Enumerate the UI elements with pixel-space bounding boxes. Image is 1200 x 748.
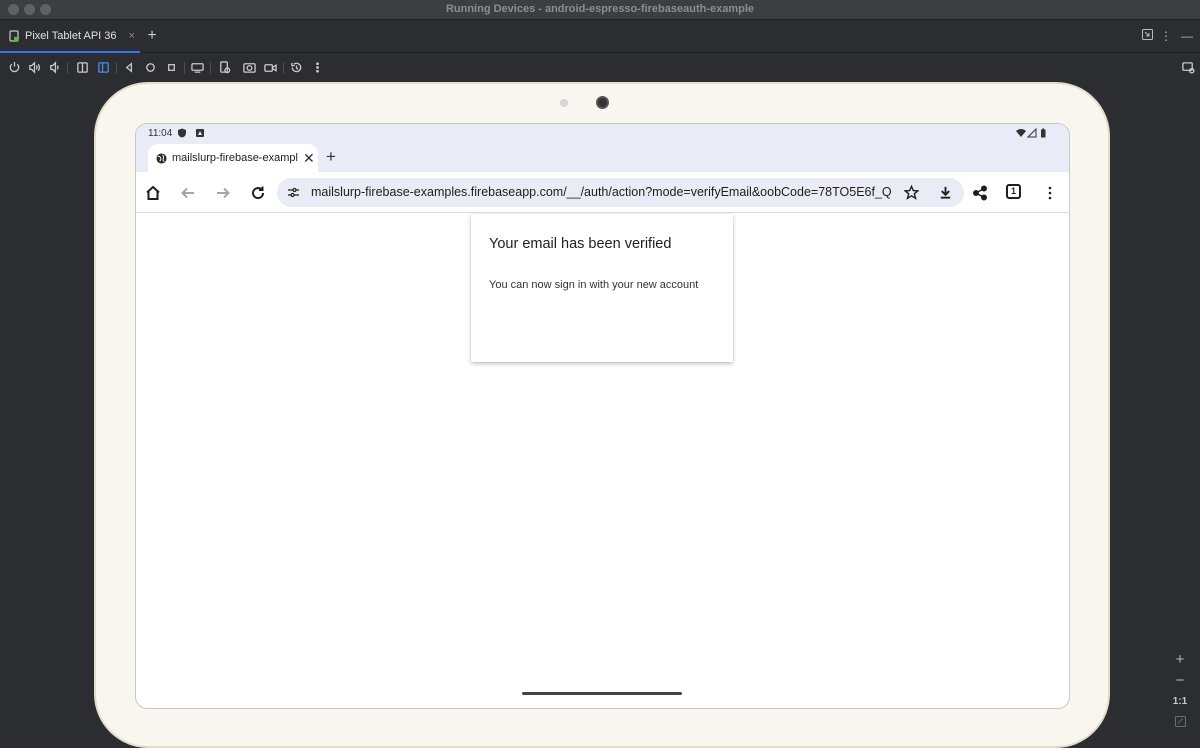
power-icon[interactable]	[6, 59, 22, 75]
verification-heading: Your email has been verified	[489, 236, 672, 252]
forward-button[interactable]	[212, 182, 234, 204]
add-device-tab-button[interactable]: +	[143, 26, 161, 46]
proximity-sensor	[560, 99, 568, 107]
device-settings-icon[interactable]	[216, 59, 232, 75]
close-tab-icon[interactable]: ×	[129, 30, 135, 42]
notification-icon	[195, 128, 205, 138]
device-toolbar	[0, 54, 1200, 80]
globe-icon	[156, 152, 167, 164]
status-time: 11:04	[148, 128, 173, 139]
hide-panel-icon[interactable]: —	[1180, 29, 1194, 43]
browser-toolbar: mailslurp-firebase-examples.firebaseapp.…	[136, 172, 1069, 213]
url-text[interactable]: mailslurp-firebase-examples.firebaseapp.…	[311, 185, 891, 199]
browser-tab[interactable]: mailslurp-firebase-examples ✕	[148, 144, 318, 172]
zoom-out-button[interactable]: −	[1169, 671, 1191, 691]
home-button[interactable]	[142, 182, 164, 204]
signal-icon	[1027, 128, 1037, 138]
device-screen[interactable]: 11:04 mailslurp-firebase-examples ✕ + ma…	[135, 123, 1070, 709]
device-tab-bar: Pixel Tablet API 36 × + ⋮ —	[0, 21, 1200, 53]
tablet-frame: 11:04 mailslurp-firebase-examples ✕ + ma…	[94, 82, 1110, 748]
more-options-icon[interactable]: ⋮	[1159, 29, 1173, 43]
browser-tab-strip: mailslurp-firebase-examples ✕ +	[136, 144, 1069, 172]
more-actions-icon[interactable]	[309, 59, 325, 75]
tab-pixel-tablet[interactable]: Pixel Tablet API 36 ×	[0, 21, 140, 53]
volume-up-icon[interactable]	[26, 59, 42, 75]
browser-tab-title: mailslurp-firebase-examples	[172, 152, 298, 164]
vpn-shield-icon	[177, 128, 187, 138]
battery-icon	[1038, 128, 1048, 138]
screenshot-icon[interactable]	[241, 59, 257, 75]
record-video-icon[interactable]	[262, 59, 278, 75]
front-camera	[596, 96, 609, 109]
reload-button[interactable]	[247, 182, 269, 204]
chrome-menu-button[interactable]	[1039, 182, 1061, 204]
fit-to-screen-icon[interactable]	[1169, 712, 1191, 732]
tab-switcher-button[interactable]: 1	[1006, 184, 1021, 199]
home-icon[interactable]	[142, 59, 158, 75]
address-bar[interactable]: mailslurp-firebase-examples.firebaseapp.…	[277, 178, 964, 207]
new-tab-button[interactable]: +	[326, 147, 336, 167]
rotate-right-icon[interactable]	[95, 59, 111, 75]
actual-size-button[interactable]: 1:1	[1169, 692, 1191, 712]
window-title: Running Devices - android-espresso-fireb…	[445, 3, 755, 15]
collapse-icon[interactable]	[1140, 29, 1154, 43]
keyboard-icon[interactable]	[189, 59, 205, 75]
tab-label: Pixel Tablet API 36	[25, 30, 117, 42]
android-status-bar: 11:04	[136, 124, 1069, 144]
zoom-in-button[interactable]: +	[1169, 650, 1191, 670]
volume-down-icon[interactable]	[46, 59, 62, 75]
wifi-icon	[1016, 128, 1026, 138]
mirroring-settings-icon[interactable]	[1180, 59, 1196, 75]
overview-icon[interactable]	[163, 59, 179, 75]
rotate-left-icon[interactable]	[74, 59, 90, 75]
bookmark-star-icon[interactable]	[904, 185, 919, 200]
verification-card: Your email has been verified You can now…	[471, 214, 733, 362]
back-icon[interactable]	[121, 59, 137, 75]
verification-message: You can now sign in with your new accoun…	[489, 279, 699, 291]
snapshot-history-icon[interactable]	[288, 59, 304, 75]
device-icon	[9, 30, 19, 42]
ide-title-bar: Running Devices - android-espresso-fireb…	[0, 0, 1200, 20]
site-info-icon[interactable]	[287, 186, 300, 199]
back-button[interactable]	[177, 182, 199, 204]
share-button[interactable]	[969, 182, 991, 204]
close-browser-tab-icon[interactable]: ✕	[303, 151, 315, 165]
download-icon[interactable]	[938, 185, 953, 200]
gesture-nav-handle[interactable]	[522, 692, 682, 695]
